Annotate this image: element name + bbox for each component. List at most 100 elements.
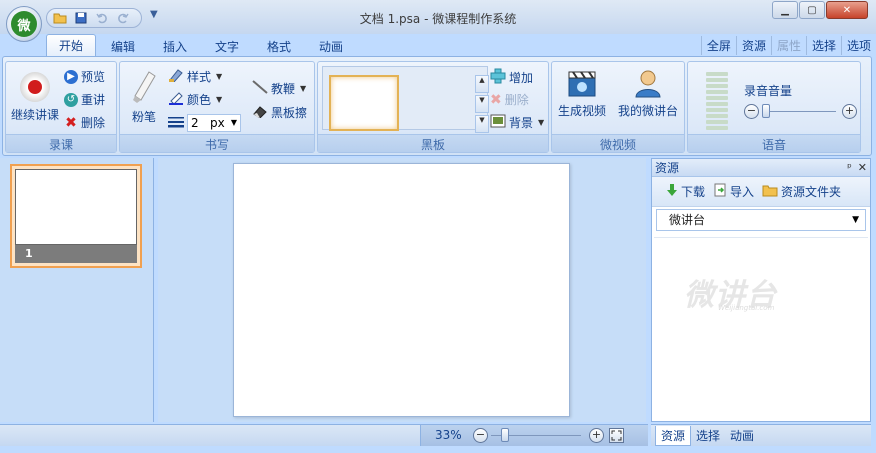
pointer-button[interactable]: 教鞭 ▼ — [252, 80, 306, 97]
tab-format[interactable]: 格式 — [256, 36, 302, 56]
panel-tab-select[interactable]: 选择 — [691, 426, 725, 445]
line-width-value: 2 — [191, 116, 199, 130]
board-add-label: 增加 — [509, 71, 534, 85]
background-dropdown-icon: ▼ — [538, 118, 545, 127]
background-icon — [490, 114, 506, 131]
my-stage-button[interactable]: 我的微讲台 — [614, 68, 682, 119]
import-label: 导入 — [730, 185, 755, 199]
menu-fullscreen[interactable]: 全屏 — [700, 36, 736, 55]
board-delete-label: 删除 — [504, 93, 529, 107]
play-icon: ▶ — [64, 69, 78, 84]
color-button[interactable]: 颜色 ▼ — [168, 91, 222, 108]
generate-video-button[interactable]: 生成视频 — [556, 68, 608, 119]
board-add-button[interactable]: 增加 — [490, 68, 533, 87]
resource-panel-title: 资源 — [655, 161, 680, 175]
tab-start[interactable]: 开始 — [46, 34, 96, 57]
import-button[interactable]: 导入 — [713, 183, 754, 200]
menu-resources[interactable]: 资源 — [735, 36, 771, 55]
pointer-label: 教鞭 — [271, 82, 296, 96]
app-logo-button[interactable]: 微 — [6, 6, 42, 42]
volume-meter — [706, 72, 728, 130]
board-delete-button[interactable]: ✖ 删除 — [490, 91, 529, 108]
chalk-icon — [129, 70, 159, 104]
resource-category-dropdown-icon: ▼ — [852, 215, 859, 225]
download-label: 下载 — [681, 185, 706, 199]
fit-window-icon[interactable] — [609, 428, 624, 443]
volume-slider-thumb[interactable] — [762, 104, 770, 118]
tab-text[interactable]: 文字 — [204, 36, 250, 56]
gallery-more-icon[interactable]: ▼ — [475, 115, 489, 133]
ribbon: 继续讲课 ▶ 预览 ↺ 重讲 ✖ 删除 录课 粉笔 样式 ▼ 颜色 ▼ 2 px… — [2, 56, 872, 156]
replay-icon: ↺ — [64, 92, 78, 107]
download-button[interactable]: 下载 — [666, 183, 705, 200]
user-icon — [633, 68, 663, 98]
chalk-label: 粉笔 — [131, 110, 156, 124]
panel-tab-animation[interactable]: 动画 — [725, 426, 759, 445]
my-stage-label: 我的微讲台 — [617, 104, 678, 118]
editor-area — [158, 158, 646, 422]
style-label: 样式 — [187, 70, 212, 84]
panel-tabs: 资源 选择 动画 — [651, 424, 871, 446]
menu-options[interactable]: 选项 — [840, 36, 876, 55]
title-bar: 微 ▼ 文档 1.psa - 微课程制作系统 ▁ ▢ ✕ — [0, 0, 876, 42]
clapperboard-icon — [567, 68, 597, 98]
group-video: 生成视频 我的微讲台 微视频 — [551, 61, 685, 153]
board-gallery-scroll: ▲ ▼ ▼ — [475, 75, 489, 135]
panel-close-icon[interactable]: ✕ — [858, 159, 867, 177]
record-volume-label: 录音音量 — [744, 84, 793, 98]
board-gallery: ▲ ▼ ▼ — [322, 66, 489, 133]
import-icon — [713, 183, 727, 200]
style-button[interactable]: 样式 ▼ — [168, 68, 222, 85]
generate-video-label: 生成视频 — [557, 104, 606, 118]
zoom-out-button[interactable]: − — [473, 428, 488, 443]
board-background-button[interactable]: 背景 ▼ — [490, 114, 544, 131]
chalk-button[interactable]: 粉笔 — [126, 70, 162, 125]
menu-properties[interactable]: 属性 — [770, 36, 806, 55]
pointer-icon — [252, 80, 268, 97]
group-board: ▲ ▼ ▼ 增加 ✖ 删除 背景 ▼ 黑板 — [317, 61, 549, 153]
app-logo-icon: 微 — [11, 11, 37, 37]
panel-tab-resources[interactable]: 资源 — [655, 425, 692, 446]
minimize-button[interactable]: ▁ — [772, 1, 798, 19]
resource-toolbar: 下载 导入 资源文件夹 — [652, 177, 870, 207]
slide-thumbnail[interactable]: 1 — [10, 164, 142, 268]
maximize-button[interactable]: ▢ — [799, 1, 825, 19]
menu-select[interactable]: 选择 — [805, 36, 841, 55]
continue-lecture-button[interactable]: 继续讲课 — [8, 72, 62, 123]
color-dropdown-icon: ▼ — [216, 95, 223, 104]
gallery-up-icon[interactable]: ▲ — [475, 75, 489, 93]
add-icon — [490, 68, 506, 87]
volume-slider-track[interactable] — [762, 111, 836, 112]
download-icon — [666, 183, 678, 200]
pointer-dropdown-icon: ▼ — [300, 84, 307, 93]
tab-animation[interactable]: 动画 — [308, 36, 354, 56]
zoom-slider-thumb[interactable] — [501, 428, 509, 442]
resource-list[interactable]: 微讲台 Weijiangtai.com — [654, 237, 868, 421]
tab-insert[interactable]: 插入 — [152, 36, 198, 56]
resource-category-select[interactable]: 微讲台 ▼ — [656, 209, 866, 231]
record-delete-button[interactable]: ✖ 删除 — [64, 114, 105, 131]
zoom-in-button[interactable]: + — [589, 428, 604, 443]
slide-panel: 1 — [0, 158, 154, 422]
line-width-control[interactable]: 2 px ▼ — [168, 114, 241, 132]
resource-folder-button[interactable]: 资源文件夹 — [762, 183, 841, 200]
pin-icon[interactable]: ᵖ — [847, 159, 852, 177]
group-board-label: 黑板 — [318, 134, 548, 152]
volume-decrease-button[interactable]: − — [744, 104, 759, 119]
preview-button[interactable]: ▶ 预览 — [64, 68, 105, 85]
preview-label: 预览 — [81, 70, 106, 84]
eraser-button[interactable]: 黑板擦 — [252, 104, 307, 121]
group-video-label: 微视频 — [552, 134, 684, 152]
volume-increase-button[interactable]: + — [842, 104, 857, 119]
eraser-label: 黑板擦 — [271, 106, 308, 120]
slide-canvas[interactable] — [233, 163, 570, 417]
group-record-label: 录课 — [6, 134, 116, 152]
board-thumbnail[interactable] — [329, 75, 399, 131]
retell-button[interactable]: ↺ 重讲 — [64, 91, 105, 108]
board-delete-icon: ✖ — [490, 91, 502, 108]
status-bar — [0, 424, 420, 446]
close-button[interactable]: ✕ — [826, 1, 868, 19]
line-width-select[interactable]: 2 px ▼ — [187, 114, 241, 132]
tab-edit[interactable]: 编辑 — [100, 36, 146, 56]
gallery-down-icon[interactable]: ▼ — [475, 95, 489, 113]
